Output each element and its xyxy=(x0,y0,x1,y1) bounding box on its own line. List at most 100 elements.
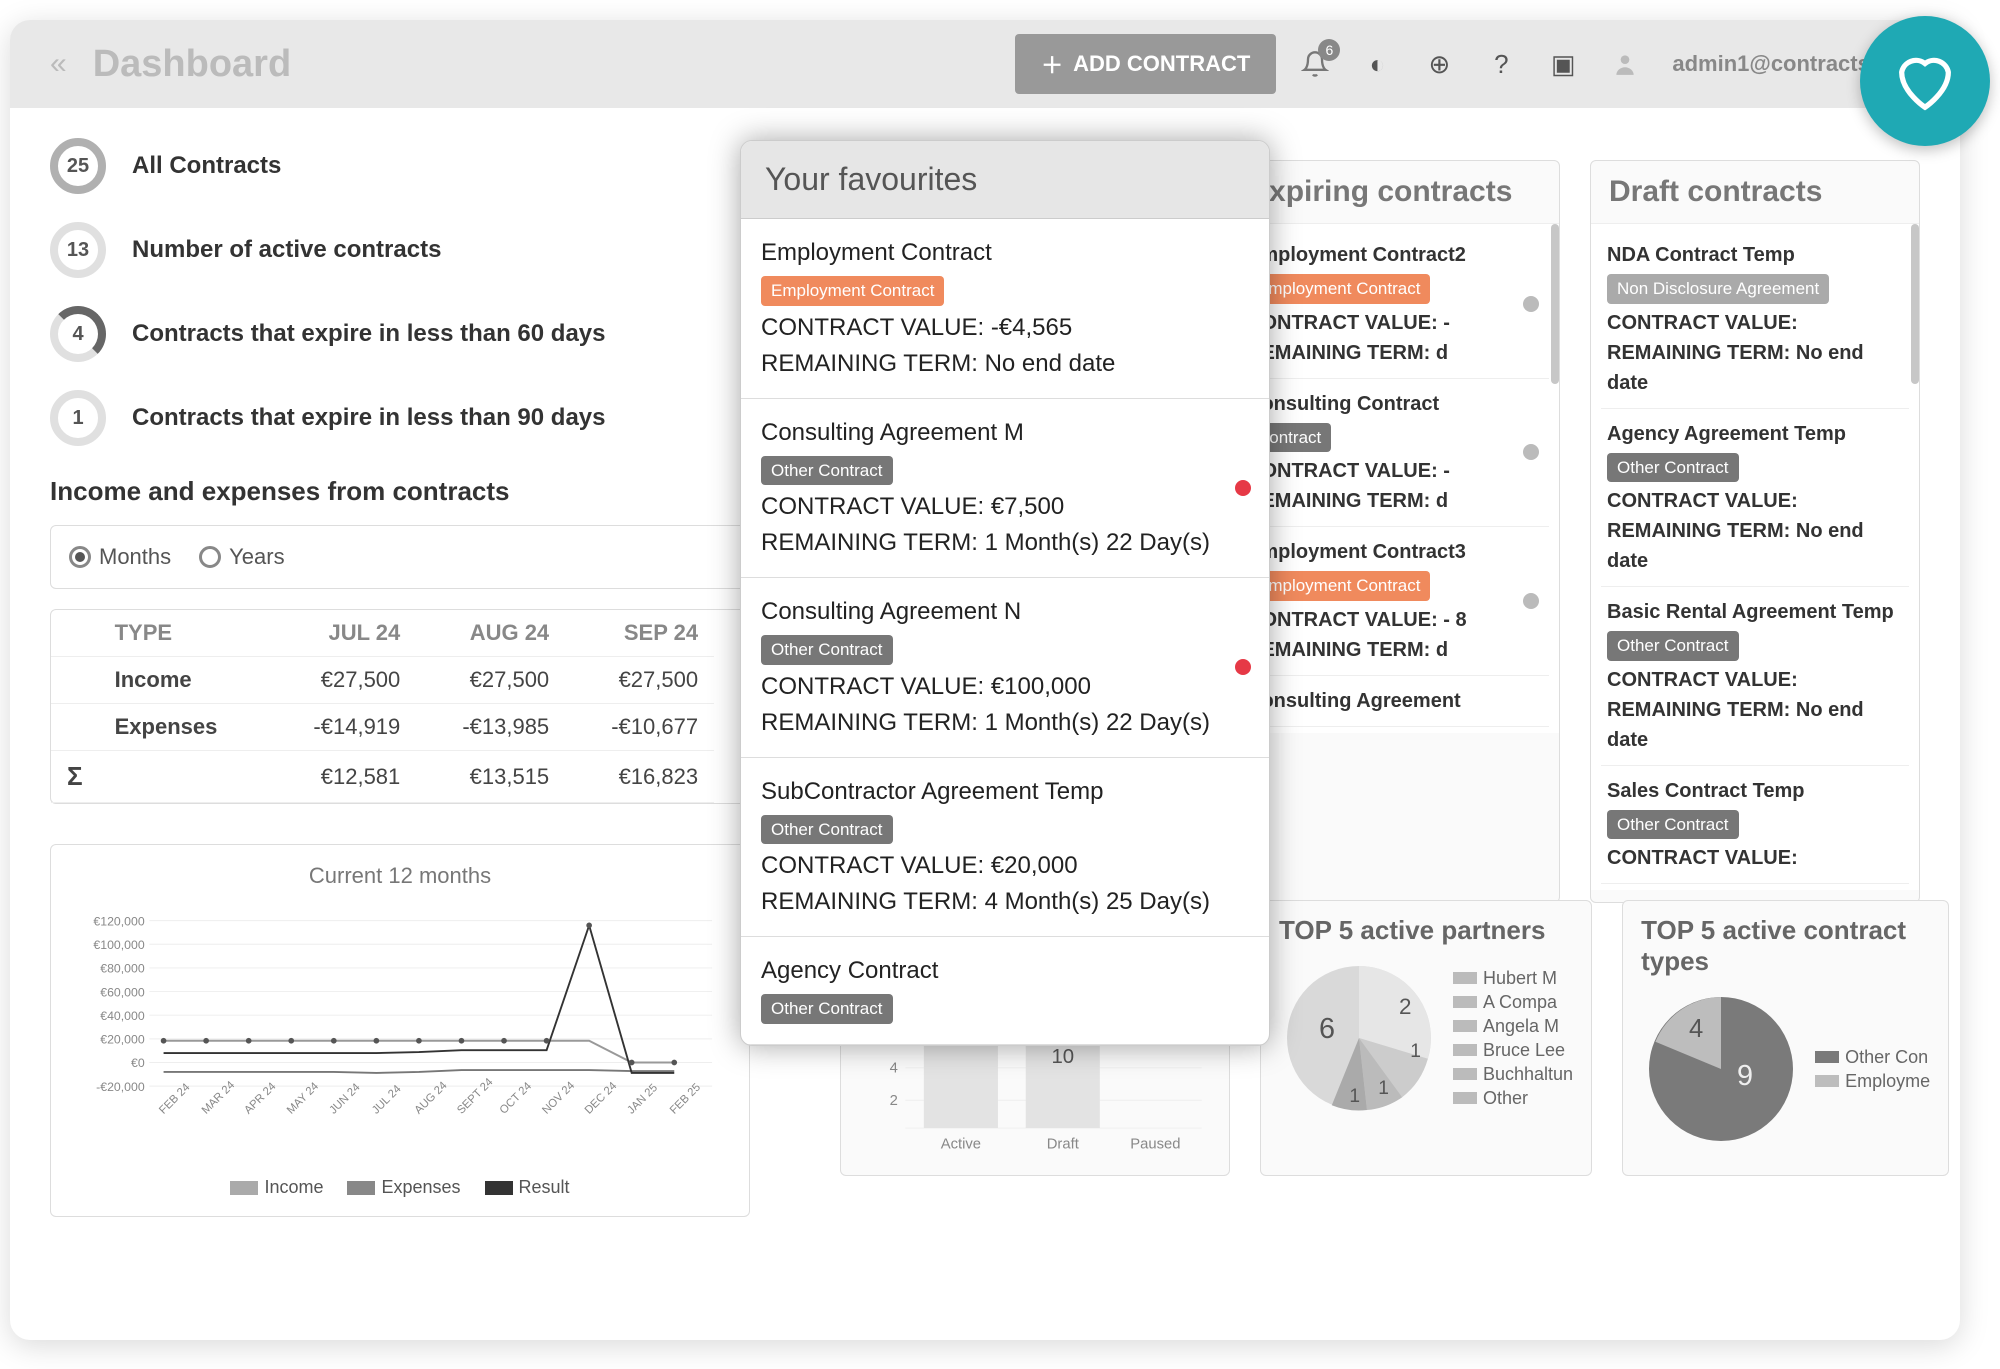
help-icon[interactable]: ? xyxy=(1478,41,1524,87)
collapse-icon[interactable]: « xyxy=(50,47,67,81)
svg-text:4: 4 xyxy=(890,1060,898,1076)
contract-item[interactable]: Employment Contract2Employment ContractC… xyxy=(1241,230,1549,379)
svg-text:10: 10 xyxy=(1051,1046,1074,1068)
notifications-icon[interactable]: 6 xyxy=(1292,41,1338,87)
cell-value: -€10,677 xyxy=(565,704,714,751)
col-month: SEP 24 xyxy=(565,610,714,657)
radio-label: Years xyxy=(229,544,284,570)
add-contract-button[interactable]: ＋ ADD CONTRACT xyxy=(1015,34,1276,94)
stat-label: Contracts that expire in less than 60 da… xyxy=(132,320,606,348)
contract-item[interactable]: Consulting Agreement xyxy=(1241,676,1549,727)
widget-title: TOP 5 active contract types xyxy=(1641,915,1930,977)
svg-text:€120,000: €120,000 xyxy=(93,914,144,928)
svg-text:JUL 24: JUL 24 xyxy=(370,1083,404,1117)
line-chart: €120,000 €100,000 €80,000 €60,000 €40,000 €… xyxy=(69,897,731,1162)
line-chart-card: Current 12 months €120,000 €100,000 €80,0… xyxy=(50,844,750,1217)
legend-item: Other Con xyxy=(1815,1047,1930,1068)
table-row-sum: Σ €12,581 €13,515 €16,823 xyxy=(51,751,714,803)
cell-value: €16,823 xyxy=(565,751,714,803)
contract-item[interactable]: Employment ContractEmployment ContractCO… xyxy=(741,219,1269,399)
stat-count-ring: 25 xyxy=(50,138,106,194)
legend-item: A Compa xyxy=(1453,992,1573,1013)
col-month: AUG 24 xyxy=(416,610,565,657)
types-pie-chart: 9 4 xyxy=(1641,989,1801,1149)
language-icon[interactable]: ⊕ xyxy=(1416,41,1462,87)
stat-label: Number of active contracts xyxy=(132,236,441,264)
radio-years[interactable]: Years xyxy=(199,544,284,570)
svg-text:MAR 24: MAR 24 xyxy=(200,1079,237,1116)
contract-item[interactable]: Consulting ContractContractCONTRACT VALU… xyxy=(1241,379,1549,528)
user-avatar-icon[interactable] xyxy=(1602,41,1648,87)
contract-item[interactable]: Sales Contract TempOther ContractCONTRAC… xyxy=(1601,766,1909,885)
period-selector-card: Months Years xyxy=(50,525,750,589)
cell-value: €27,500 xyxy=(416,657,565,704)
sigma-icon: Σ xyxy=(51,751,99,803)
legend-item: Employme xyxy=(1815,1071,1930,1092)
legend-item: Buchhaltun xyxy=(1453,1064,1573,1085)
chart-title: Current 12 months xyxy=(69,863,731,889)
legend-label: Income xyxy=(264,1177,323,1197)
svg-text:€80,000: €80,000 xyxy=(100,962,145,976)
svg-text:€60,000: €60,000 xyxy=(100,985,145,999)
svg-text:JAN 25: JAN 25 xyxy=(625,1082,660,1117)
expiring-contracts-card: Expiring contracts Employment Contract2E… xyxy=(1230,160,1560,903)
card-heading: Draft contracts xyxy=(1591,161,1919,223)
favourites-heading: Your favourites xyxy=(741,141,1269,219)
col-type: TYPE xyxy=(99,610,268,657)
notification-badge: 6 xyxy=(1318,39,1340,61)
svg-text:SEPT 24: SEPT 24 xyxy=(455,1076,495,1116)
cell-value: €12,581 xyxy=(267,751,416,803)
svg-text:JUN 24: JUN 24 xyxy=(327,1081,362,1116)
cell-value: -€14,919 xyxy=(267,704,416,751)
partners-pie-chart: 6 2 1 1 1 xyxy=(1279,958,1439,1118)
contract-item[interactable]: Consulting Agreement MOther ContractCONT… xyxy=(741,399,1269,579)
draft-contracts-card: Draft contracts NDA Contract TempNon Dis… xyxy=(1590,160,1920,903)
svg-text:1: 1 xyxy=(1349,1086,1360,1107)
svg-text:2: 2 xyxy=(890,1093,898,1109)
legend-item: Bruce Lee xyxy=(1453,1040,1573,1061)
table-row: Expenses -€14,919 -€13,985 -€10,677 xyxy=(51,704,714,751)
contract-item[interactable]: Consulting Agreement NOther ContractCONT… xyxy=(741,578,1269,758)
types-legend: Other Con Employme xyxy=(1815,1044,1930,1095)
widget-title: TOP 5 active partners xyxy=(1279,915,1573,946)
cell-value: €13,515 xyxy=(416,751,565,803)
stat-label: All Contracts xyxy=(132,152,281,180)
svg-text:6: 6 xyxy=(1319,1013,1335,1045)
radio-months[interactable]: Months xyxy=(69,544,171,570)
cell-value: €27,500 xyxy=(267,657,416,704)
cell-value: -€13,985 xyxy=(416,704,565,751)
money-table-card: TYPE JUL 24 AUG 24 SEP 24 Income €27,500… xyxy=(50,609,750,804)
legend-label: Result xyxy=(519,1177,570,1197)
contract-item[interactable]: NDA Contract TempNon Disclosure Agreemen… xyxy=(1601,230,1909,409)
legend-label: Expenses xyxy=(381,1177,460,1197)
row-label: Expenses xyxy=(99,704,268,751)
add-contract-label: ADD CONTRACT xyxy=(1073,51,1250,77)
scrollbar[interactable] xyxy=(1551,224,1559,384)
stat-count-ring: 1 xyxy=(50,390,106,446)
contrast-icon[interactable]: ◐ xyxy=(1354,41,1400,87)
top-types-widget: TOP 5 active contract types 9 4 Other Co… xyxy=(1622,900,1949,1176)
legend-item: Angela M xyxy=(1453,1016,1573,1037)
svg-text:€40,000: €40,000 xyxy=(100,1009,145,1023)
contract-item[interactable]: SubContractor Agreement TempOther Contra… xyxy=(741,758,1269,938)
stat-count-ring: 4 xyxy=(50,306,106,362)
contract-item[interactable]: Agency Agreement TempOther ContractCONTR… xyxy=(1601,409,1909,588)
svg-text:€100,000: €100,000 xyxy=(93,938,144,952)
svg-text:Draft: Draft xyxy=(1047,1136,1079,1152)
partners-legend: Hubert MA CompaAngela MBruce LeeBuchhalt… xyxy=(1453,965,1573,1112)
contract-item[interactable]: Employment Contract3Employment ContractC… xyxy=(1241,527,1549,676)
svg-text:4: 4 xyxy=(1689,1015,1703,1043)
contract-item[interactable]: Basic Rental Agreement TempOther Contrac… xyxy=(1601,587,1909,766)
svg-text:FEB 24: FEB 24 xyxy=(157,1081,192,1116)
svg-text:1: 1 xyxy=(1378,1078,1389,1099)
scrollbar[interactable] xyxy=(1911,224,1919,384)
svg-text:AUG 24: AUG 24 xyxy=(413,1080,450,1117)
favourites-heart-button[interactable] xyxy=(1860,16,1990,146)
contract-item[interactable]: Agency ContractOther Contract xyxy=(741,937,1269,1045)
svg-text:Paused: Paused xyxy=(1130,1136,1180,1152)
book-icon[interactable]: ▣ xyxy=(1540,41,1586,87)
svg-text:Active: Active xyxy=(941,1136,981,1152)
svg-text:€20,000: €20,000 xyxy=(100,1033,145,1047)
card-heading: Expiring contracts xyxy=(1231,161,1559,223)
top-bar: « Dashboard ＋ ADD CONTRACT 6 ◐ ⊕ ? ▣ adm… xyxy=(10,20,1960,108)
